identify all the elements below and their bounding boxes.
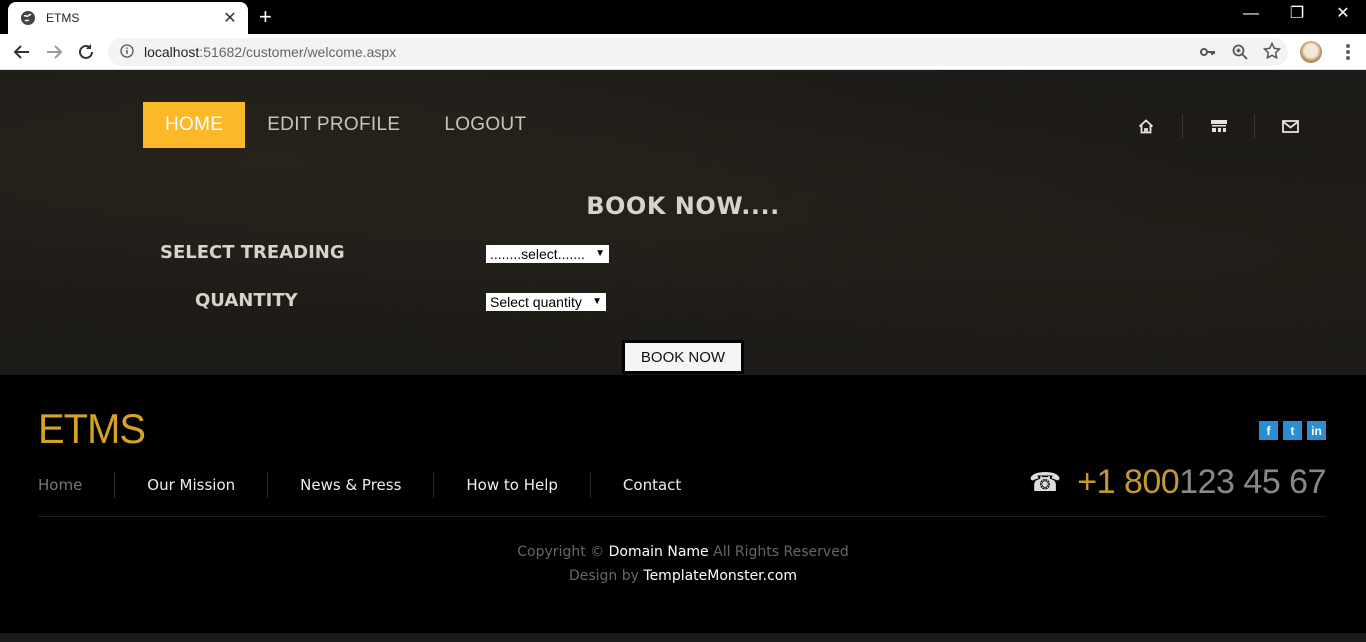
nav-item-edit-profile[interactable]: EDIT PROFILE [245,102,422,148]
new-tab-button[interactable]: + [259,6,272,28]
treading-select[interactable]: ........select....... ▼ [486,245,609,263]
quantity-select[interactable]: Select quantity ▼ [486,293,606,311]
close-window-button[interactable]: ✕ [1320,4,1366,24]
bottom-strip [0,633,1366,642]
domain-name-link[interactable]: Domain Name [609,544,709,560]
home-icon[interactable] [1110,114,1182,138]
copyright-line: Copyright © Domain Name All Rights Reser… [517,544,849,560]
nav-item-home[interactable]: HOME [143,102,246,148]
store-icon[interactable] [1182,114,1254,138]
tab-close-icon[interactable]: ✕ [222,10,238,26]
treading-select-value: ........select....... [490,246,585,262]
footer-link-news-press[interactable]: News & Press [267,472,433,498]
url-text: localhost:51682/customer/welcome.aspx [144,44,397,60]
minimize-button[interactable]: — [1228,4,1274,24]
page-title: BOOK NOW.... [586,192,780,220]
reload-icon [79,44,93,59]
forward-arrow-icon [47,45,63,59]
telephone-icon: ☎ [1028,467,1062,498]
footer-divider [38,516,1326,517]
back-button[interactable] [10,40,34,64]
mail-icon[interactable] [1254,114,1326,138]
browser-menu-icon[interactable] [1340,42,1356,62]
quantity-label: QUANTITY [195,290,298,311]
design-credit-line: Design by TemplateMonster.com [568,568,798,584]
social-links: f t in [1259,421,1326,440]
zoom-icon[interactable] [1231,43,1249,61]
footer-nav: Home Our Mission News & Press How to Hel… [38,472,713,498]
book-now-button[interactable]: BOOK NOW [622,340,744,374]
footer-link-our-mission[interactable]: Our Mission [114,472,267,498]
profile-avatar[interactable] [1300,41,1322,63]
browser-toolbar: localhost:51682/customer/welcome.aspx [0,34,1366,70]
footer: ETMS f t in Home Our Mission News & Pres… [0,375,1366,633]
twitter-icon[interactable]: t [1283,421,1302,440]
phone-prefix: +1 800 [1077,463,1180,501]
back-arrow-icon [13,45,29,59]
chevron-down-icon: ▼ [592,296,602,307]
tab-title: ETMS [46,11,80,25]
quantity-select-value: Select quantity [490,294,582,310]
reload-button[interactable] [74,40,98,64]
browser-tab[interactable]: ETMS ✕ [8,2,248,34]
treading-label: SELECT TREADING [160,242,345,263]
copyright: Copyright © Domain Name All Rights Reser… [0,540,1366,588]
key-icon[interactable] [1199,43,1217,61]
facebook-icon[interactable]: f [1259,421,1278,440]
bookmark-star-icon[interactable] [1263,42,1281,60]
footer-logo[interactable]: ETMS [38,405,146,453]
template-monster-link[interactable]: TemplateMonster.com [643,568,797,584]
web-page: HOME EDIT PROFILE LOGOUT BOOK NOW.... SE… [0,70,1366,642]
globe-icon [20,10,36,26]
main-nav: HOME EDIT PROFILE LOGOUT [143,102,548,148]
linkedin-icon[interactable]: in [1307,421,1326,440]
footer-link-home[interactable]: Home [38,472,114,498]
restore-button[interactable]: ❐ [1274,4,1320,24]
address-bar[interactable]: localhost:51682/customer/welcome.aspx [108,38,1288,66]
phone-rest: 123 45 67 [1179,463,1326,501]
top-icons [1110,114,1326,138]
hero-section: HOME EDIT PROFILE LOGOUT BOOK NOW.... SE… [0,70,1366,375]
chevron-down-icon: ▼ [595,248,605,259]
forward-button[interactable] [42,40,66,64]
footer-link-how-to-help[interactable]: How to Help [433,472,590,498]
info-icon[interactable] [120,43,134,62]
footer-link-contact[interactable]: Contact [589,472,713,498]
browser-tab-bar: ETMS ✕ + — ❐ ✕ [0,0,1366,34]
phone-number: ☎ +1 800 123 45 67 [1028,463,1327,502]
nav-item-logout[interactable]: LOGOUT [422,102,548,148]
